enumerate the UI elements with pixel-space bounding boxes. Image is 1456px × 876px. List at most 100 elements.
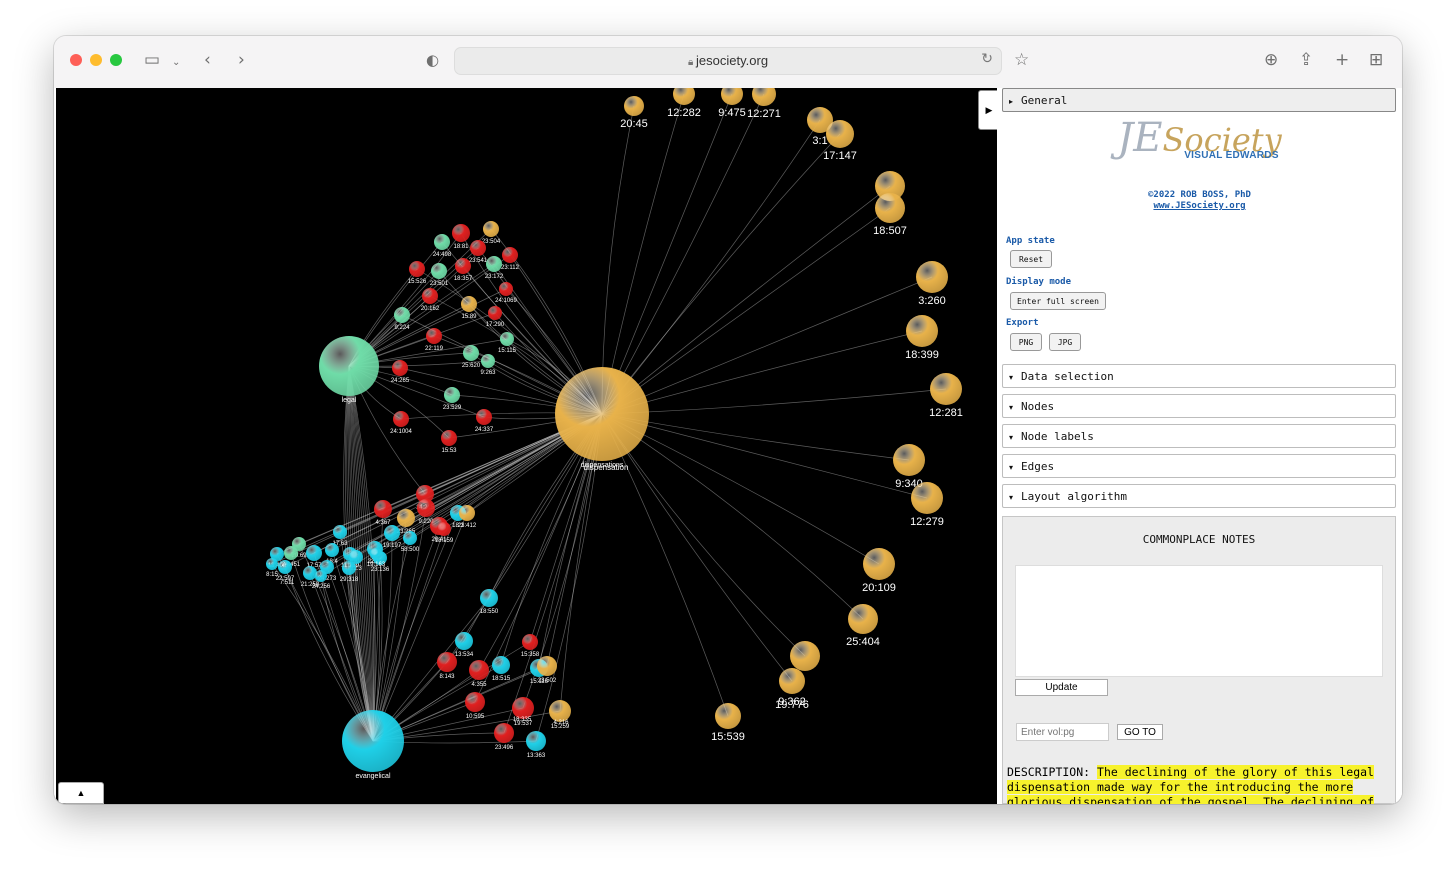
reload-icon[interactable]: ↻ bbox=[981, 51, 993, 67]
folder-node-labels[interactable]: ▾ Node labels bbox=[1002, 424, 1396, 448]
graph-node[interactable] bbox=[465, 692, 485, 712]
graph-node[interactable] bbox=[893, 444, 925, 476]
graph-node[interactable] bbox=[393, 411, 409, 427]
goto-input[interactable] bbox=[1016, 723, 1109, 741]
update-button[interactable]: Update bbox=[1015, 679, 1108, 696]
graph-node[interactable] bbox=[522, 634, 538, 650]
graph-node[interactable] bbox=[476, 409, 492, 425]
graph-node[interactable] bbox=[911, 482, 943, 514]
graph-node[interactable] bbox=[488, 306, 502, 320]
graph-node[interactable] bbox=[906, 315, 938, 347]
hub-node[interactable] bbox=[319, 336, 379, 396]
graph-node[interactable] bbox=[500, 332, 514, 346]
export-jpg-button[interactable]: JPG bbox=[1049, 333, 1081, 351]
graph-node[interactable] bbox=[303, 566, 317, 580]
graph-node[interactable] bbox=[481, 354, 495, 368]
folder-nodes[interactable]: ▾ Nodes bbox=[1002, 394, 1396, 418]
sidebar-icon[interactable]: ▭ bbox=[144, 50, 160, 70]
graph-node[interactable] bbox=[444, 387, 460, 403]
hub-node[interactable] bbox=[342, 710, 404, 772]
shield-icon[interactable]: ◐ bbox=[426, 50, 439, 70]
website-link[interactable]: www.JESociety.org bbox=[997, 201, 1402, 211]
graph-node[interactable] bbox=[409, 261, 425, 277]
zoom-window-button[interactable] bbox=[110, 54, 122, 66]
graph-node[interactable] bbox=[930, 373, 962, 405]
graph-node[interactable] bbox=[459, 505, 475, 521]
notes-textarea[interactable] bbox=[1015, 565, 1383, 677]
folder-edges[interactable]: ▾ Edges bbox=[1002, 454, 1396, 478]
graph-node[interactable] bbox=[463, 345, 479, 361]
graph-node[interactable] bbox=[512, 697, 534, 719]
graph-node[interactable] bbox=[278, 560, 292, 574]
graph-node[interactable] bbox=[325, 543, 339, 557]
graph-node[interactable] bbox=[266, 558, 278, 570]
graph-node[interactable] bbox=[502, 247, 518, 263]
graph-node[interactable] bbox=[492, 656, 510, 674]
graph-node[interactable] bbox=[315, 570, 327, 582]
graph-node[interactable] bbox=[342, 561, 356, 575]
graph-node[interactable] bbox=[374, 500, 392, 518]
network-graph[interactable]: 20:45 12:282 9:475 12:271 3:1 17:147 18:507 3:2… bbox=[56, 88, 997, 804]
share-icon[interactable]: ⇪ bbox=[1299, 50, 1313, 70]
graph-node[interactable] bbox=[437, 652, 457, 672]
forward-icon[interactable]: › bbox=[238, 50, 245, 70]
network-graph-svg[interactable]: 20:45 12:282 9:475 12:271 3:1 17:147 18:507 3:2… bbox=[56, 88, 997, 804]
reset-button[interactable]: Reset bbox=[1010, 250, 1052, 268]
graph-node[interactable] bbox=[549, 700, 571, 722]
address-bar[interactable]: 🔒︎ jesociety.org ↻ bbox=[454, 47, 1002, 75]
export-png-button[interactable]: PNG bbox=[1010, 333, 1042, 351]
graph-node[interactable] bbox=[494, 723, 514, 743]
graph-node[interactable] bbox=[752, 88, 776, 106]
fullscreen-button[interactable]: Enter full screen bbox=[1010, 292, 1106, 310]
hub-node[interactable] bbox=[555, 367, 649, 461]
minimize-window-button[interactable] bbox=[90, 54, 102, 66]
graph-node[interactable] bbox=[333, 525, 347, 539]
graph-node[interactable] bbox=[417, 499, 435, 517]
graph-node[interactable] bbox=[875, 193, 905, 223]
graph-node[interactable] bbox=[863, 548, 895, 580]
graph-node[interactable] bbox=[499, 282, 513, 296]
new-tab-icon[interactable]: + bbox=[1335, 50, 1349, 70]
graph-node[interactable] bbox=[826, 120, 854, 148]
graph-node[interactable] bbox=[437, 522, 451, 536]
graph-node[interactable] bbox=[469, 660, 489, 680]
folder-data-selection[interactable]: ▾ Data selection bbox=[1002, 364, 1396, 388]
graph-node[interactable] bbox=[426, 328, 442, 344]
chevron-down-icon[interactable]: ⌄ bbox=[172, 53, 180, 73]
graph-node[interactable] bbox=[916, 261, 948, 293]
graph-node[interactable] bbox=[486, 256, 502, 272]
bottom-toggle-button[interactable]: ▲ bbox=[58, 782, 104, 804]
graph-node[interactable] bbox=[470, 240, 486, 256]
graph-node[interactable] bbox=[480, 589, 498, 607]
graph-node[interactable] bbox=[397, 509, 415, 527]
graph-node[interactable] bbox=[624, 96, 644, 116]
graph-node[interactable] bbox=[455, 258, 471, 274]
close-window-button[interactable] bbox=[70, 54, 82, 66]
graph-node[interactable] bbox=[455, 632, 473, 650]
graph-node[interactable] bbox=[441, 430, 457, 446]
goto-button[interactable]: GO TO bbox=[1117, 724, 1163, 740]
graph-node[interactable] bbox=[779, 668, 805, 694]
graph-node[interactable] bbox=[790, 641, 820, 671]
graph-node[interactable] bbox=[715, 703, 741, 729]
graph-node[interactable] bbox=[422, 288, 438, 304]
folder-layout-algorithm[interactable]: ▾ Layout algorithm bbox=[1002, 484, 1396, 508]
graph-node[interactable] bbox=[721, 88, 743, 105]
bookmark-star-icon[interactable]: ☆ bbox=[1014, 50, 1029, 70]
graph-node[interactable] bbox=[394, 307, 410, 323]
folder-general[interactable]: ▸ General bbox=[1002, 88, 1396, 112]
tab-overview-icon[interactable]: ⊞ bbox=[1369, 50, 1383, 70]
panel-toggle-button[interactable]: ▶ bbox=[978, 90, 997, 130]
graph-node[interactable] bbox=[434, 234, 450, 250]
graph-node[interactable] bbox=[452, 224, 470, 242]
graph-node[interactable] bbox=[537, 656, 557, 676]
download-icon[interactable]: ⊕ bbox=[1264, 50, 1278, 70]
graph-node[interactable] bbox=[673, 88, 695, 105]
graph-node[interactable] bbox=[306, 545, 322, 561]
graph-node[interactable] bbox=[370, 548, 382, 560]
graph-node[interactable] bbox=[403, 531, 417, 545]
graph-node[interactable] bbox=[431, 263, 447, 279]
graph-node[interactable] bbox=[461, 296, 477, 312]
back-icon[interactable]: ‹ bbox=[204, 50, 211, 70]
graph-node[interactable] bbox=[384, 525, 400, 541]
